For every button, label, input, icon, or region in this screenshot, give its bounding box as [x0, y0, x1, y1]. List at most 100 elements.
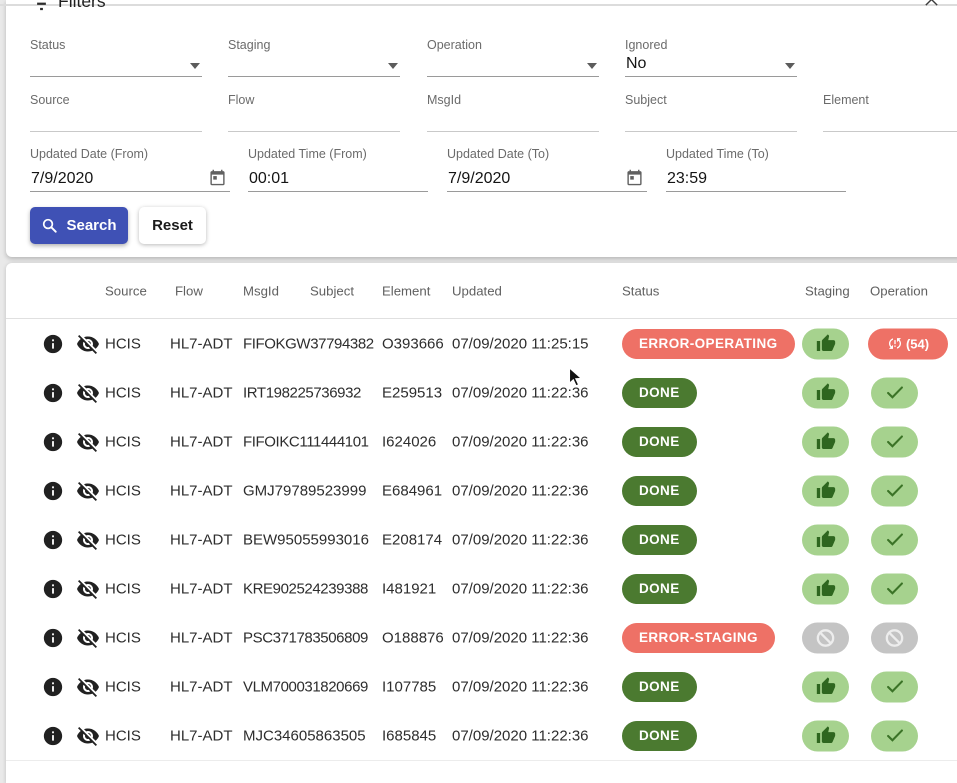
- reset-button[interactable]: Reset: [139, 207, 206, 244]
- row-hide-icon[interactable]: [76, 430, 100, 454]
- staging-approve-button[interactable]: [802, 524, 849, 555]
- row-hide-icon[interactable]: [76, 577, 100, 601]
- cell-msgid: GMJ79789523999: [243, 482, 366, 499]
- cell-source: HCIS: [105, 335, 141, 352]
- staging-approve-button[interactable]: [802, 475, 849, 506]
- row-info-icon[interactable]: [42, 382, 64, 404]
- table-row: HCISHL7-ADTVLM700031820669I10778507/09/2…: [6, 662, 957, 712]
- row-info-icon[interactable]: [42, 431, 64, 453]
- status-badge: DONE: [622, 721, 697, 751]
- row-hide-icon[interactable]: [76, 528, 100, 552]
- cell-msgid: BEW95055993016: [243, 531, 369, 548]
- flow-input[interactable]: Flow: [228, 93, 400, 132]
- row-hide-icon[interactable]: [76, 332, 100, 356]
- source-input[interactable]: Source: [30, 93, 202, 132]
- cell-flow: HL7-ADT: [170, 335, 233, 352]
- table-row: HCISHL7-ADTFIFOKGW37794382O39366607/09/2…: [6, 319, 957, 369]
- row-hide-icon[interactable]: [76, 675, 100, 699]
- cell-element: O188876: [382, 629, 444, 646]
- staging-approve-button[interactable]: [802, 328, 849, 359]
- updated-time-from-input[interactable]: Updated Time (From) 00:01: [248, 147, 428, 192]
- calendar-icon[interactable]: [209, 169, 226, 186]
- staging-approve-button[interactable]: [802, 720, 849, 751]
- cell-updated: 07/09/2020 11:22:36: [452, 433, 589, 450]
- row-info-icon[interactable]: [42, 480, 64, 502]
- staging-approve-button[interactable]: [802, 671, 849, 702]
- operation-done-button[interactable]: [871, 524, 918, 555]
- col-staging: Staging: [805, 283, 850, 298]
- ignored-select[interactable]: Ignored No: [625, 38, 797, 77]
- row-info-icon[interactable]: [42, 725, 64, 747]
- staging-approve-button[interactable]: [802, 573, 849, 604]
- row-hide-icon[interactable]: [76, 479, 100, 503]
- element-input[interactable]: Element: [823, 93, 957, 132]
- status-badge: DONE: [622, 427, 697, 457]
- table-row: HCISHL7-ADTBEW95055993016E20817407/09/20…: [6, 515, 957, 565]
- updated-time-to-input[interactable]: Updated Time (To) 23:59: [666, 147, 846, 192]
- cell-source: HCIS: [105, 384, 141, 401]
- cell-updated: 07/09/2020 11:25:15: [452, 335, 589, 352]
- row-info-icon[interactable]: [42, 676, 64, 698]
- staging-approve-button[interactable]: [802, 426, 849, 457]
- cell-element: E208174: [382, 531, 442, 548]
- col-source: Source: [105, 283, 147, 298]
- row-hide-icon[interactable]: [76, 626, 100, 650]
- cell-element: E684961: [382, 482, 442, 499]
- subject-input[interactable]: Subject: [625, 93, 797, 132]
- cell-element: E259513: [382, 384, 442, 401]
- search-button[interactable]: Search: [30, 207, 128, 244]
- cell-msgid: FIFOIKC111444101: [243, 433, 369, 450]
- cell-element: I624026: [382, 433, 436, 450]
- row-hide-icon[interactable]: [76, 724, 100, 748]
- filter-list-icon: [31, 0, 52, 14]
- cell-msgid: VLM700031820669: [243, 678, 368, 695]
- cell-updated: 07/09/2020 11:22:36: [452, 678, 589, 695]
- cell-updated: 07/09/2020 11:22:36: [452, 384, 589, 401]
- operation-done-button[interactable]: [871, 377, 918, 408]
- staging-select[interactable]: Staging: [228, 38, 400, 77]
- updated-date-to-input[interactable]: Updated Date (To) 7/9/2020: [447, 147, 647, 192]
- cell-msgid: IRT198225736932: [243, 384, 361, 401]
- status-badge: ERROR-OPERATING: [622, 329, 795, 359]
- staging-blocked-button: [802, 622, 849, 653]
- cell-source: HCIS: [105, 531, 141, 548]
- cell-source: HCIS: [105, 482, 141, 499]
- table-row: HCISHL7-ADTPSC371783506809O18887607/09/2…: [6, 613, 957, 663]
- operation-done-button[interactable]: [871, 720, 918, 751]
- chevron-down-icon: [587, 63, 597, 69]
- close-icon[interactable]: [923, 0, 940, 8]
- operation-select[interactable]: Operation: [427, 38, 599, 77]
- updated-date-from-input[interactable]: Updated Date (From) 7/9/2020: [30, 147, 230, 192]
- cell-flow: HL7-ADT: [170, 580, 233, 597]
- status-badge: ERROR-STAGING: [622, 623, 775, 653]
- chevron-down-icon: [190, 63, 200, 69]
- cell-flow: HL7-ADT: [170, 433, 233, 450]
- status-select[interactable]: Status: [30, 38, 202, 77]
- row-info-icon[interactable]: [42, 333, 64, 355]
- cell-flow: HL7-ADT: [170, 678, 233, 695]
- row-info-icon[interactable]: [42, 529, 64, 551]
- search-icon: [41, 217, 59, 235]
- operation-done-button[interactable]: [871, 671, 918, 702]
- row-hide-icon[interactable]: [76, 381, 100, 405]
- cell-flow: HL7-ADT: [170, 531, 233, 548]
- cell-updated: 07/09/2020 11:22:36: [452, 727, 589, 744]
- cell-source: HCIS: [105, 678, 141, 695]
- msgid-input[interactable]: MsgId: [427, 93, 599, 132]
- calendar-icon[interactable]: [626, 169, 643, 186]
- table-row: HCISHL7-ADTMJC34605863505I68584507/09/20…: [6, 711, 957, 761]
- operation-retry-button[interactable]: (54): [868, 328, 948, 359]
- operation-done-button[interactable]: [871, 475, 918, 506]
- table-row: HCISHL7-ADTKRE902524239388I48192107/09/2…: [6, 564, 957, 614]
- cell-flow: HL7-ADT: [170, 727, 233, 744]
- cell-msgid: PSC371783506809: [243, 629, 368, 646]
- operation-done-button[interactable]: [871, 573, 918, 604]
- row-info-icon[interactable]: [42, 578, 64, 600]
- cell-msgid: MJC34605863505: [243, 727, 366, 744]
- top-divider: [0, 4, 957, 6]
- staging-approve-button[interactable]: [802, 377, 849, 408]
- cell-msgid: KRE902524239388: [243, 580, 368, 597]
- row-info-icon[interactable]: [42, 627, 64, 649]
- status-badge: DONE: [622, 672, 697, 702]
- operation-done-button[interactable]: [871, 426, 918, 457]
